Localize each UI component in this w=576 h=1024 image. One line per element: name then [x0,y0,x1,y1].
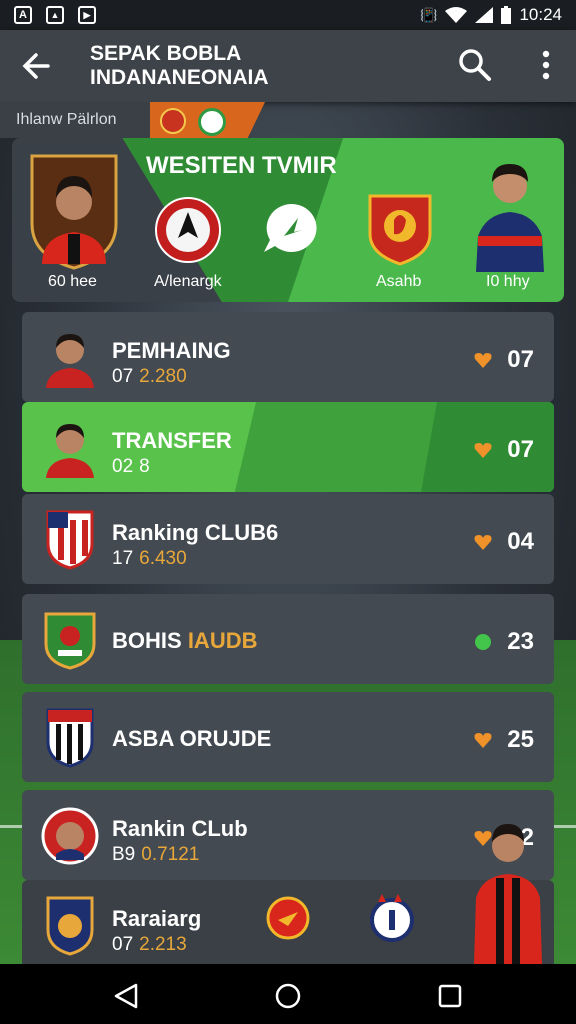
club-badge-icon[interactable] [198,108,226,136]
list-item-subtitle: 07 2.213 [112,934,187,955]
list-item[interactable]: TRANSFER 02 8 07 [22,402,554,492]
list-item-title: Rankin CLub [112,816,248,841]
search-icon[interactable] [458,48,492,82]
featured-title: WESITEN TVMIR [146,152,337,179]
recents-nav-icon[interactable] [438,984,462,1008]
player-avatar-icon[interactable] [470,150,550,272]
club-crest-icon [41,807,99,865]
list-item[interactable]: BOHIS IAUDB 23 [22,594,554,684]
heart-icon[interactable] [474,534,492,550]
back-nav-icon[interactable] [112,982,140,1010]
player-avatar-icon [46,424,94,478]
list-item-count: 23 [507,628,534,655]
status-time: 10:24 [519,5,562,24]
list-item-subtitle: 17 6.430 [112,548,187,569]
featured-label: 60 hee [48,273,97,290]
list-item-title: Ranking CLUB6 [112,520,279,545]
wifi-icon [445,7,468,23]
heart-icon[interactable] [474,634,492,650]
club-crest-icon [46,510,94,570]
page-title: SEPAK BOBLA INDANANEONAIA [90,42,269,89]
more-vert-icon[interactable] [538,50,554,80]
battery-icon [501,6,512,24]
list-item-subtitle: 07 2.280 [112,366,187,387]
club-logo-icon[interactable] [368,892,416,944]
featured-match-card[interactable]: WESITEN TVMIR 60 hee A/lenargk Asahb I0 … [12,138,564,302]
list-item-subtitle: 02 8 [112,456,150,477]
status-bar: A ▲ ▶ 📳 10:24 [0,0,576,30]
sub-tab-bar[interactable]: Ihlanw Pälrlon [0,102,576,138]
list-item[interactable]: ASBA ORUJDE 25 [22,692,554,782]
notification-a-icon: A [14,6,32,24]
player-card-icon[interactable] [28,152,120,270]
player-avatar-icon [46,334,94,388]
club-crest-icon [46,708,94,768]
list-item-count: 04 [507,528,534,555]
list-item-title: PEMHAING [112,338,231,363]
club-logo-icon[interactable] [154,194,222,268]
list-item-title: TRANSFER [112,428,232,453]
player-figure-icon [474,824,542,964]
system-nav-bar [0,964,576,1024]
featured-label: I0 hhy [486,273,530,290]
list-item-title: Raraiarg [112,906,202,931]
list-item[interactable]: PEMHAING 07 2.280 07 [22,312,554,402]
arrow-left-icon[interactable] [18,48,54,84]
list-item[interactable]: Ranking CLUB6 17 6.430 04 [22,494,554,584]
heart-icon[interactable] [474,732,492,748]
heart-icon[interactable] [474,442,492,458]
list-item-title: ASBA ORUJDE [112,726,272,751]
heart-icon[interactable] [474,352,492,368]
list-item-subtitle: B9 0.7121 [112,844,200,865]
list-item-count: 07 [507,346,534,373]
image-icon: ▲ [46,6,64,24]
club-crest-icon[interactable] [364,190,436,266]
home-nav-icon[interactable] [274,982,302,1010]
list-item-count: 07 [507,436,534,463]
list-item-count: 25 [507,726,534,753]
app-bar: SEPAK BOBLA INDANANEONAIA [0,30,576,102]
club-logo-icon[interactable] [266,896,310,940]
featured-label: Asahb [376,273,422,290]
club-crest-icon [44,612,96,670]
vibrate-icon: 📳 [420,6,438,23]
share-icon[interactable] [262,202,320,256]
video-icon: ▶ [78,6,96,24]
sub-tab-label: Ihlanw Pälrlon [16,111,117,128]
list-item-title: BOHIS IAUDB [112,628,258,653]
club-badge-icon[interactable] [160,108,186,134]
club-crest-icon [46,896,94,956]
signal-icon [475,7,494,23]
featured-label: A/lenargk [154,273,222,290]
